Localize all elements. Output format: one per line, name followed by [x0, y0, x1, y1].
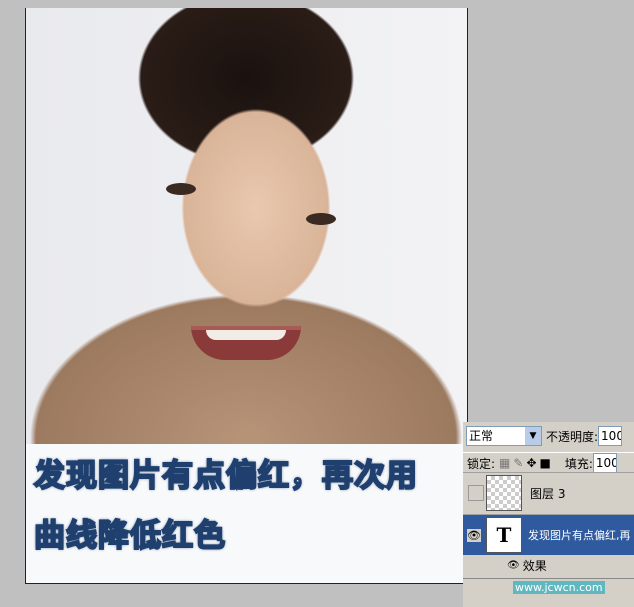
document-canvas[interactable]: 发现图片有点偏红，再次用 曲线降低红色: [25, 8, 468, 584]
chevron-down-icon[interactable]: ▼: [525, 427, 541, 445]
caption-line-1: 发现图片有点偏红，再次用: [33, 457, 418, 495]
watermark: www.jcwcn.com: [513, 580, 605, 594]
layer-name: 发现图片有点偏红,再: [528, 529, 631, 542]
opacity-label: 不透明度:: [546, 429, 599, 444]
blend-mode-select[interactable]: 正常 ▼: [466, 426, 542, 446]
lock-move-icon[interactable]: ✥: [526, 456, 536, 470]
visibility-toggle[interactable]: [468, 485, 484, 501]
eye-icon[interactable]: 👁: [467, 528, 481, 542]
lock-all-icon[interactable]: ■: [540, 456, 551, 470]
caption-line-2: 曲线降低红色: [33, 517, 226, 555]
layer-thumbnail: [486, 475, 522, 511]
layer-name: 图层 3: [530, 486, 566, 501]
layer-row[interactable]: 图层 3: [463, 472, 634, 513]
lock-transparency-icon[interactable]: ▦: [499, 456, 510, 470]
blend-mode-value: 正常: [469, 429, 494, 443]
left-eye: [166, 183, 196, 195]
lock-brush-icon[interactable]: ✎: [513, 456, 523, 470]
fill-label: 填充:: [564, 456, 593, 471]
effects-eye-icon[interactable]: 👁: [507, 560, 520, 571]
effects-label: 效果: [522, 558, 547, 573]
fill-input[interactable]: 100: [592, 453, 617, 473]
right-eye: [306, 213, 336, 225]
portrait-photo: [26, 8, 467, 444]
teeth: [206, 330, 286, 340]
lock-label: 锁定:: [467, 456, 496, 471]
layer-row-selected[interactable]: 👁 T 发现图片有点偏红,再: [463, 514, 634, 555]
opacity-input[interactable]: 100: [598, 426, 623, 446]
text-layer-thumbnail: T: [486, 517, 522, 553]
layers-panel: 正常 ▼ 不透明度: 100 锁定: ▦ ✎ ✥ ■ 填充: 100 图层 3 …: [463, 422, 634, 607]
